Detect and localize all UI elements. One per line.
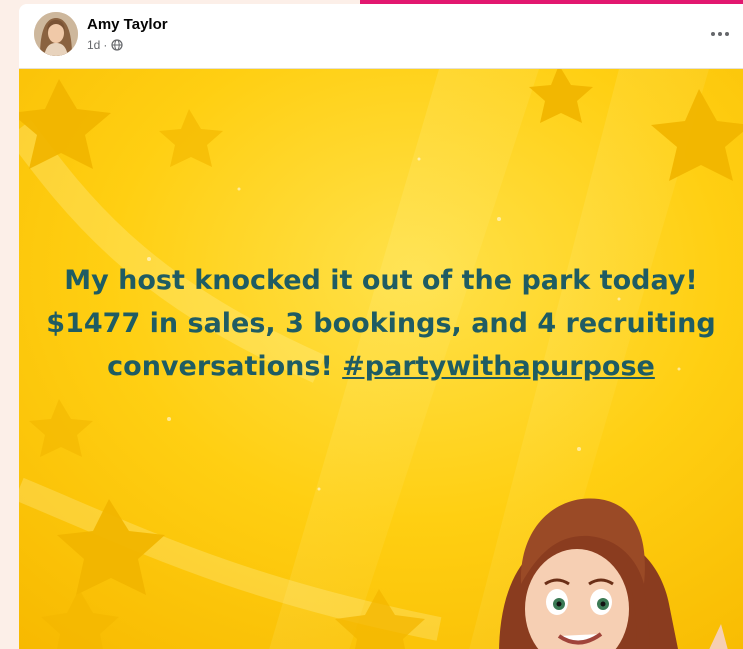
author-name[interactable]: Amy Taylor (87, 16, 168, 33)
post-header: Amy Taylor 1d · (19, 4, 743, 68)
post-meta: 1d · (87, 38, 123, 52)
meta-separator: · (103, 38, 108, 52)
avatar-photo (34, 12, 78, 56)
hashtag-link[interactable]: #partywithapurpose (342, 351, 655, 382)
more-options-icon[interactable] (705, 22, 735, 46)
dot (711, 32, 715, 36)
globe-icon (111, 39, 123, 51)
dot (718, 32, 722, 36)
post-timestamp[interactable]: 1d (87, 38, 100, 52)
avatar-sticker (499, 498, 728, 649)
dot (725, 32, 729, 36)
post-background-image[interactable]: My host knocked it out of the park today… (19, 68, 743, 649)
post-text: My host knocked it out of the park today… (39, 259, 723, 388)
avatar[interactable] (34, 12, 78, 56)
post-card: Amy Taylor 1d · My host knocked it out o… (19, 4, 743, 649)
